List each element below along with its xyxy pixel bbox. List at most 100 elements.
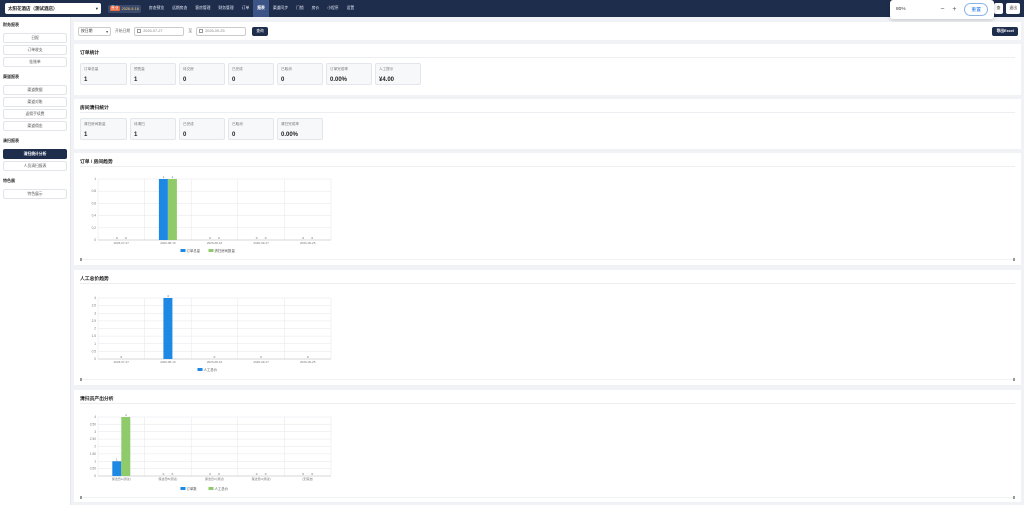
stat-label: 已完成 [183,122,194,126]
stat-label: 已取消 [232,122,243,126]
start-date-input[interactable]: 2026-07-27 [134,26,185,36]
stat-label: 订单总量 [84,67,99,71]
business-date-badge: 营业 2026-9-16 [108,4,141,13]
chart-scrollbar[interactable] [80,378,1015,381]
stat-card: 订单完成率 0.00% [326,63,372,85]
x-tick-label: 2026-08-16 [207,360,223,364]
nav-item[interactable]: 报表 [253,0,269,17]
sidebar-group-title: 特色展 [3,178,15,183]
sidebar-item[interactable]: 特色展示 [3,189,67,199]
x-tick-label: 保洁员B(测试) [158,476,177,481]
zoom-reset-button[interactable]: 重置 [964,3,988,16]
order-stats-panel: 订单统计 订单总量 1 预售量 1 待交房 0 已完成 0 已取消 0 订单完成率 0.00% 人工提示… [74,44,1021,95]
hotel-name: 太阳花酒店（测试酒店） [8,5,58,11]
order-room-trend-chart: 00.20.40.60.812026-07-270 02026-08-131 120… [92,175,332,253]
data-label: 0 [209,236,211,240]
zoom-in-button[interactable]: + [948,6,960,13]
zoom-out-button[interactable]: − [936,6,948,13]
data-label: 0 [265,236,267,240]
y-tick-label: 1 [94,342,96,346]
sidebar-item[interactable]: 日报 [3,33,67,43]
data-label: 0 [125,236,127,240]
chart-scrollbar[interactable] [80,258,1015,261]
stat-value: ¥4.00 [379,77,395,83]
x-tick-label: 2026-09-17 [253,360,269,364]
nav-item[interactable]: 客房管理 [191,0,214,17]
nav-item[interactable]: 设置 [343,0,359,17]
nav-item[interactable]: 远期房态 [168,0,191,17]
sidebar-item[interactable]: 订单收支 [3,45,67,55]
x-tick-label: 2026-08-13 [160,241,176,245]
legend-swatch [208,249,214,252]
sidebar-item[interactable]: 返佣手续费 [3,109,67,119]
bar [167,179,177,240]
data-label: 0 [218,236,220,240]
y-tick-label: 0.6 [92,201,97,205]
stat-label: 待清扫 [134,122,145,126]
labor-cost-trend-chart: 00.511.522.533.542026-07-2702026-08-1342… [92,294,332,372]
stat-value: 0 [232,77,236,83]
nav-item[interactable]: 房态预览 [145,0,168,17]
nav-item[interactable]: 渠道同步 [269,0,292,17]
stat-card: 待交房 0 [179,63,225,85]
x-tick-label: 2026-08-13 [160,360,176,364]
stat-card: 已取消 0 [277,63,323,85]
date-tag: 营业 [110,6,120,11]
stat-value: 0.00% [330,77,348,83]
export-excel-button[interactable]: 导出Excel [992,27,1018,36]
x-tick-label: 保洁员A(测试) [112,476,131,481]
legend-label: 人工总价 [215,486,229,491]
query-button[interactable]: 查询 [252,26,268,36]
sidebar-item[interactable]: 渠道数据 [3,85,67,95]
data-label: 1 [116,457,118,461]
sidebar-item[interactable]: 渠道佣金 [3,121,67,131]
x-tick-label: 保洁员D(测试) [252,476,271,481]
chart-scrollbar[interactable] [80,496,1015,499]
stat-value: 1 [84,77,88,83]
nav-item[interactable]: 房价 [308,0,324,17]
data-label: 0 [311,236,313,240]
data-label: 0 [302,236,304,240]
stat-label: 清扫房间数量 [84,122,106,126]
sidebar-group-title: 财务报表 [3,22,19,27]
nav-item[interactable]: 小程序 [323,0,342,17]
hotel-select[interactable]: 太阳花酒店（测试酒店） ▾ [5,3,101,14]
end-date-value: 2026-09-25 [205,29,225,33]
sidebar-item[interactable]: 清扫统计分析 [3,149,67,159]
y-tick-label: 2 [94,445,96,449]
x-tick-label: 2026-09-17 [253,241,269,245]
nav-item[interactable]: 订单 [238,0,254,17]
stat-label: 待交房 [183,67,194,71]
chevron-down-icon: ▾ [95,5,98,11]
legend-swatch [208,487,214,490]
logout-button[interactable]: 退出 [1006,3,1020,14]
y-tick-label: 1 [94,459,96,463]
divider [80,57,1015,58]
end-date-input[interactable]: 2026-09-25 [196,26,247,36]
nav-right: 查 退出 [993,3,1020,14]
nav-item[interactable]: 门锁 [292,0,308,17]
data-label: 1 [163,175,165,179]
x-tick-label: 2026-07-27 [114,360,130,364]
x-tick-label: 2026-09-25 [300,241,316,245]
calendar-icon [199,29,204,33]
stat-card: 清扫房间数量 1 [80,118,127,140]
data-label: 4 [125,413,127,417]
search-button[interactable]: 查 [993,3,1004,14]
nav-item[interactable]: 财务管理 [214,0,237,17]
data-label: 0 [120,355,122,359]
legend-label: 订单数 [187,486,198,491]
legend-swatch [180,249,186,252]
y-tick-label: 0.2 [92,226,97,230]
top-nav: 太阳花酒店（测试酒店） ▾ 营业 2026-9-16 房态预览 远期房态 客房管理财… [0,0,1024,17]
date-type-select[interactable]: 按日期 ▾ [78,26,111,36]
data-label: 0 [214,355,216,359]
data-label: 0 [209,472,211,476]
sidebar-item[interactable]: 人员清扫报表 [3,161,67,171]
y-tick-label: 4 [94,296,96,300]
zoom-popup: 80% − + 重置 [890,0,994,19]
sidebar-item[interactable]: 渠道对账 [3,97,67,107]
sidebar-item[interactable]: 挂账单 [3,57,67,67]
y-tick-label: 0.4 [92,214,97,218]
legend-label: 订单总量 [187,248,201,253]
